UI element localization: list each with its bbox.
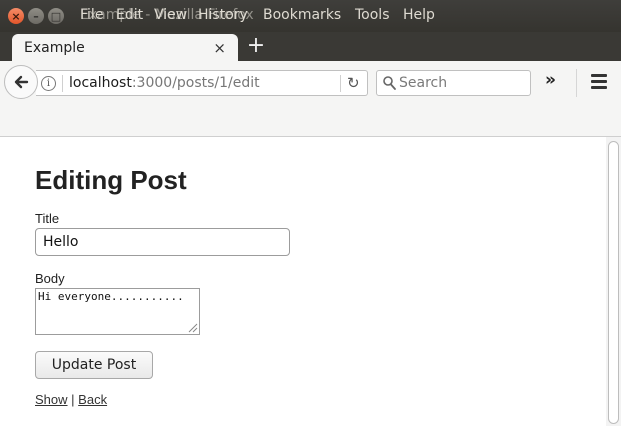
search-bar[interactable] <box>376 70 531 96</box>
update-post-button[interactable]: Update Post <box>35 351 153 379</box>
menu-file[interactable]: File <box>80 7 103 23</box>
menu-tools[interactable]: Tools <box>355 7 390 23</box>
new-tab-button[interactable]: + <box>244 33 268 59</box>
back-link[interactable]: Back <box>78 392 107 407</box>
body-field[interactable]: Hi everyone........... <box>35 288 200 335</box>
page-content: Editing Post Title Body Hi everyone.....… <box>0 137 606 426</box>
window-close-button[interactable]: × <box>8 8 24 24</box>
tab-strip: Example × + <box>0 32 621 61</box>
body-label: Body <box>35 271 65 286</box>
vertical-scrollbar[interactable] <box>606 137 621 426</box>
overflow-chevron-icon[interactable]: » <box>545 70 556 90</box>
tab-close-icon[interactable]: × <box>213 39 226 57</box>
scroll-thumb[interactable] <box>608 141 619 424</box>
search-icon <box>383 76 396 90</box>
window-maximize-button[interactable]: □ <box>48 8 64 24</box>
title-bar: × – □ Example - Mozilla Firefox File Edi… <box>0 0 621 32</box>
menu-view[interactable]: View <box>154 7 187 23</box>
url-path: :3000/posts/1/edit <box>131 75 260 91</box>
footer-links: Show | Back <box>35 392 107 407</box>
page-title: Editing Post <box>35 165 187 195</box>
url-host: localhost <box>69 75 132 91</box>
menu-edit[interactable]: Edit <box>116 7 143 23</box>
search-input[interactable] <box>399 72 527 94</box>
info-icon[interactable]: i <box>41 76 56 91</box>
menu-bookmarks[interactable]: Bookmarks <box>263 7 341 23</box>
link-separator: | <box>71 392 75 407</box>
menu-history[interactable]: History <box>198 7 248 23</box>
title-field[interactable] <box>35 228 290 256</box>
menu-help[interactable]: Help <box>403 7 435 23</box>
tab-title: Example <box>24 39 85 56</box>
back-button[interactable] <box>4 65 38 99</box>
nav-toolbar: i localhost:3000/posts/1/edit ↻ » <box>0 61 621 137</box>
reload-icon[interactable]: ↻ <box>347 74 360 92</box>
resize-grip-icon[interactable] <box>186 321 198 333</box>
toolbar-divider <box>576 69 577 97</box>
title-label: Title <box>35 211 60 226</box>
url-divider <box>62 75 63 92</box>
url-text[interactable]: localhost:3000/posts/1/edit <box>69 75 260 91</box>
back-arrow-icon <box>14 75 29 89</box>
window-minimize-button[interactable]: – <box>28 8 44 24</box>
reload-divider <box>340 75 341 92</box>
url-bar[interactable]: i localhost:3000/posts/1/edit ↻ <box>36 70 368 96</box>
hamburger-menu-icon[interactable] <box>591 74 607 92</box>
show-link[interactable]: Show <box>35 392 68 407</box>
tab-example[interactable]: Example × <box>12 34 238 61</box>
